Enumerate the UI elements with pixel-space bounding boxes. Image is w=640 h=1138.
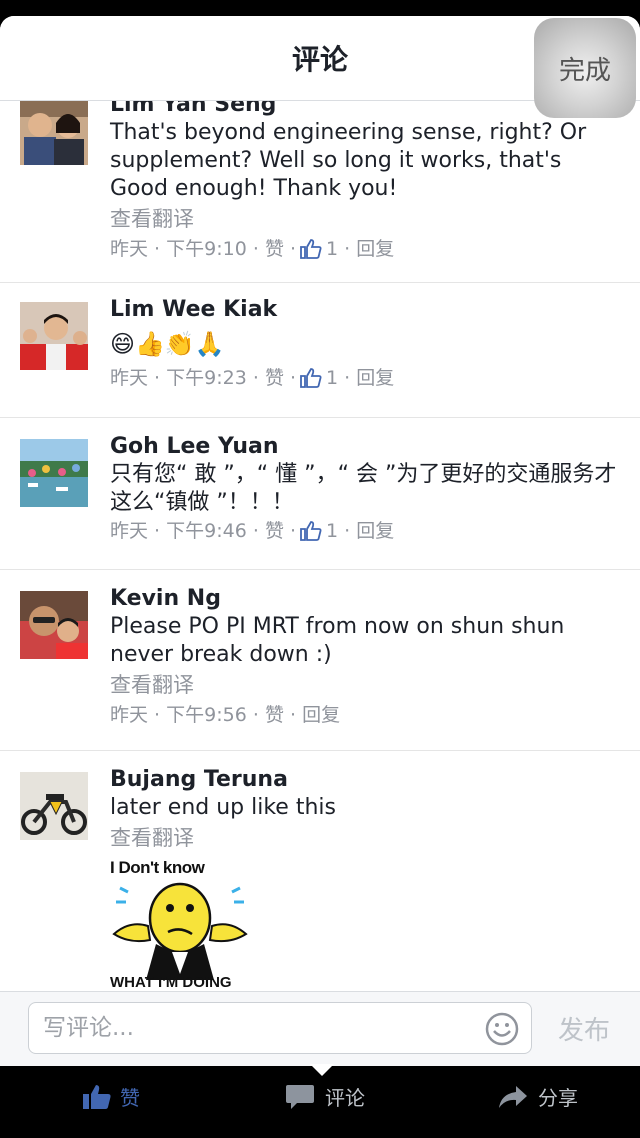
comment-time: 下午9:46: [166, 520, 247, 542]
comment-text: That's beyond engineering sense, right? …: [110, 120, 587, 201]
comments-sheet: 评论 完成 Lim Yan Seng That's beyond enginee…: [0, 16, 640, 1066]
thumbs-up-icon: [300, 521, 322, 541]
comment-meta: 昨天 · 下午9:46 · 赞 · 1 · 回复: [110, 517, 620, 545]
share-action-button[interactable]: 分享: [498, 1082, 578, 1111]
comment-day: 昨天: [110, 520, 149, 542]
comment-action-label: 评论: [325, 1086, 365, 1110]
avatar[interactable]: [20, 772, 88, 840]
like-action-button[interactable]: 赞: [82, 1082, 140, 1111]
separator: ·: [283, 238, 297, 260]
reply-link[interactable]: 回复: [356, 235, 394, 263]
thumbs-up-icon: [300, 239, 322, 259]
avatar[interactable]: [20, 101, 88, 165]
like-count: 1: [326, 367, 339, 389]
comment-input[interactable]: [29, 1003, 473, 1053]
separator: ·: [148, 367, 167, 389]
post-button[interactable]: 发布: [558, 1010, 610, 1047]
sticker-image[interactable]: I Don't know WHAT I'M DOING: [110, 858, 250, 991]
separator: ·: [246, 520, 265, 542]
separator: ·: [338, 520, 357, 542]
comment-composer: 发布: [0, 991, 640, 1066]
separator: ·: [283, 520, 297, 542]
comment-action-button[interactable]: 评论: [285, 1082, 365, 1111]
like-count: 1: [326, 238, 339, 260]
comment-text: Please PO PI MRT from now on shun shun n…: [110, 614, 565, 667]
comment-day: 昨天: [110, 238, 149, 260]
reply-link[interactable]: 回复: [302, 701, 340, 729]
like-link[interactable]: 赞: [265, 517, 284, 545]
separator: ·: [338, 238, 357, 260]
like-link[interactable]: 赞: [265, 364, 284, 392]
separator: ·: [148, 704, 167, 726]
comment-meta: 昨天 · 下午9:56 · 赞 · 回复: [110, 701, 620, 729]
comment-time: 下午9:56: [166, 704, 247, 726]
like-action-label: 赞: [120, 1086, 140, 1110]
avatar[interactable]: [20, 439, 88, 507]
avatar[interactable]: [20, 302, 88, 370]
separator: ·: [148, 238, 167, 260]
separator: ·: [338, 367, 357, 389]
comment-time: 下午9:10: [166, 238, 247, 260]
sticker-caption-bottom: WHAT I'M DOING: [110, 974, 232, 991]
like-count: 1: [326, 520, 339, 542]
comment-item: Kevin Ng Please PO PI MRT from now on sh…: [0, 569, 640, 751]
active-tab-caret: [310, 1064, 334, 1076]
separator: ·: [246, 704, 265, 726]
sticker-caption-top: I Don't know: [110, 858, 205, 877]
separator: ·: [246, 238, 265, 260]
comment-item: Bujang Teruna later end up like this 查看翻…: [0, 750, 640, 991]
avatar[interactable]: [20, 591, 88, 659]
like-link[interactable]: 赞: [265, 701, 284, 729]
comment-list[interactable]: Lim Yan Seng That's beyond engineering s…: [0, 101, 640, 991]
separator: ·: [283, 704, 303, 726]
comment-meta: 昨天 · 下午9:10 · 赞 · 1 · 回复: [110, 235, 620, 263]
comment-meta: 昨天 · 下午9:23 · 赞 · 1 · 回复: [110, 364, 620, 392]
comment-author[interactable]: Kevin Ng: [110, 585, 620, 613]
comment-time: 下午9:23: [166, 367, 247, 389]
see-translation-link[interactable]: 查看翻译: [110, 822, 620, 854]
comment-item: Lim Yan Seng That's beyond engineering s…: [0, 101, 640, 283]
see-translation-link[interactable]: 查看翻译: [110, 669, 620, 701]
comment-author[interactable]: Goh Lee Yuan: [110, 433, 620, 461]
comment-input-box[interactable]: [28, 1002, 532, 1054]
like-link[interactable]: 赞: [265, 235, 284, 263]
see-translation-link[interactable]: 查看翻译: [110, 203, 620, 235]
separator: ·: [246, 367, 265, 389]
bottom-action-bar: 赞 评论 分享: [0, 1066, 640, 1138]
comment-author[interactable]: Lim Wee Kiak: [110, 296, 620, 324]
comment-item: Lim Wee Kiak 😄👍👏🙏 昨天 · 下午9:23 · 赞 · 1 · …: [0, 282, 640, 418]
done-button[interactable]: 完成: [534, 18, 636, 118]
comment-bubble-icon: [286, 1084, 314, 1109]
comment-text: 只有您“ 敢 ”，“ 懂 ”，“ 会 ”为了更好的交通服务才 这么“镇做 ”！！…: [110, 462, 617, 515]
thumbs-up-icon: [83, 1084, 111, 1109]
share-arrow-icon: [499, 1085, 527, 1108]
comment-day: 昨天: [110, 704, 149, 726]
comment-text: later end up like this: [110, 795, 336, 820]
thumbs-up-icon: [300, 368, 322, 388]
separator: ·: [148, 520, 167, 542]
share-action-label: 分享: [538, 1086, 578, 1110]
reply-link[interactable]: 回复: [356, 517, 394, 545]
comment-item: Goh Lee Yuan 只有您“ 敢 ”，“ 懂 ”，“ 会 ”为了更好的交通…: [0, 417, 640, 570]
comment-text: 😄👍👏🙏: [110, 330, 225, 358]
emoji-icon[interactable]: [485, 1012, 519, 1046]
comment-day: 昨天: [110, 367, 149, 389]
reply-link[interactable]: 回复: [356, 364, 394, 392]
comment-author[interactable]: Bujang Teruna: [110, 766, 620, 794]
separator: ·: [283, 367, 297, 389]
